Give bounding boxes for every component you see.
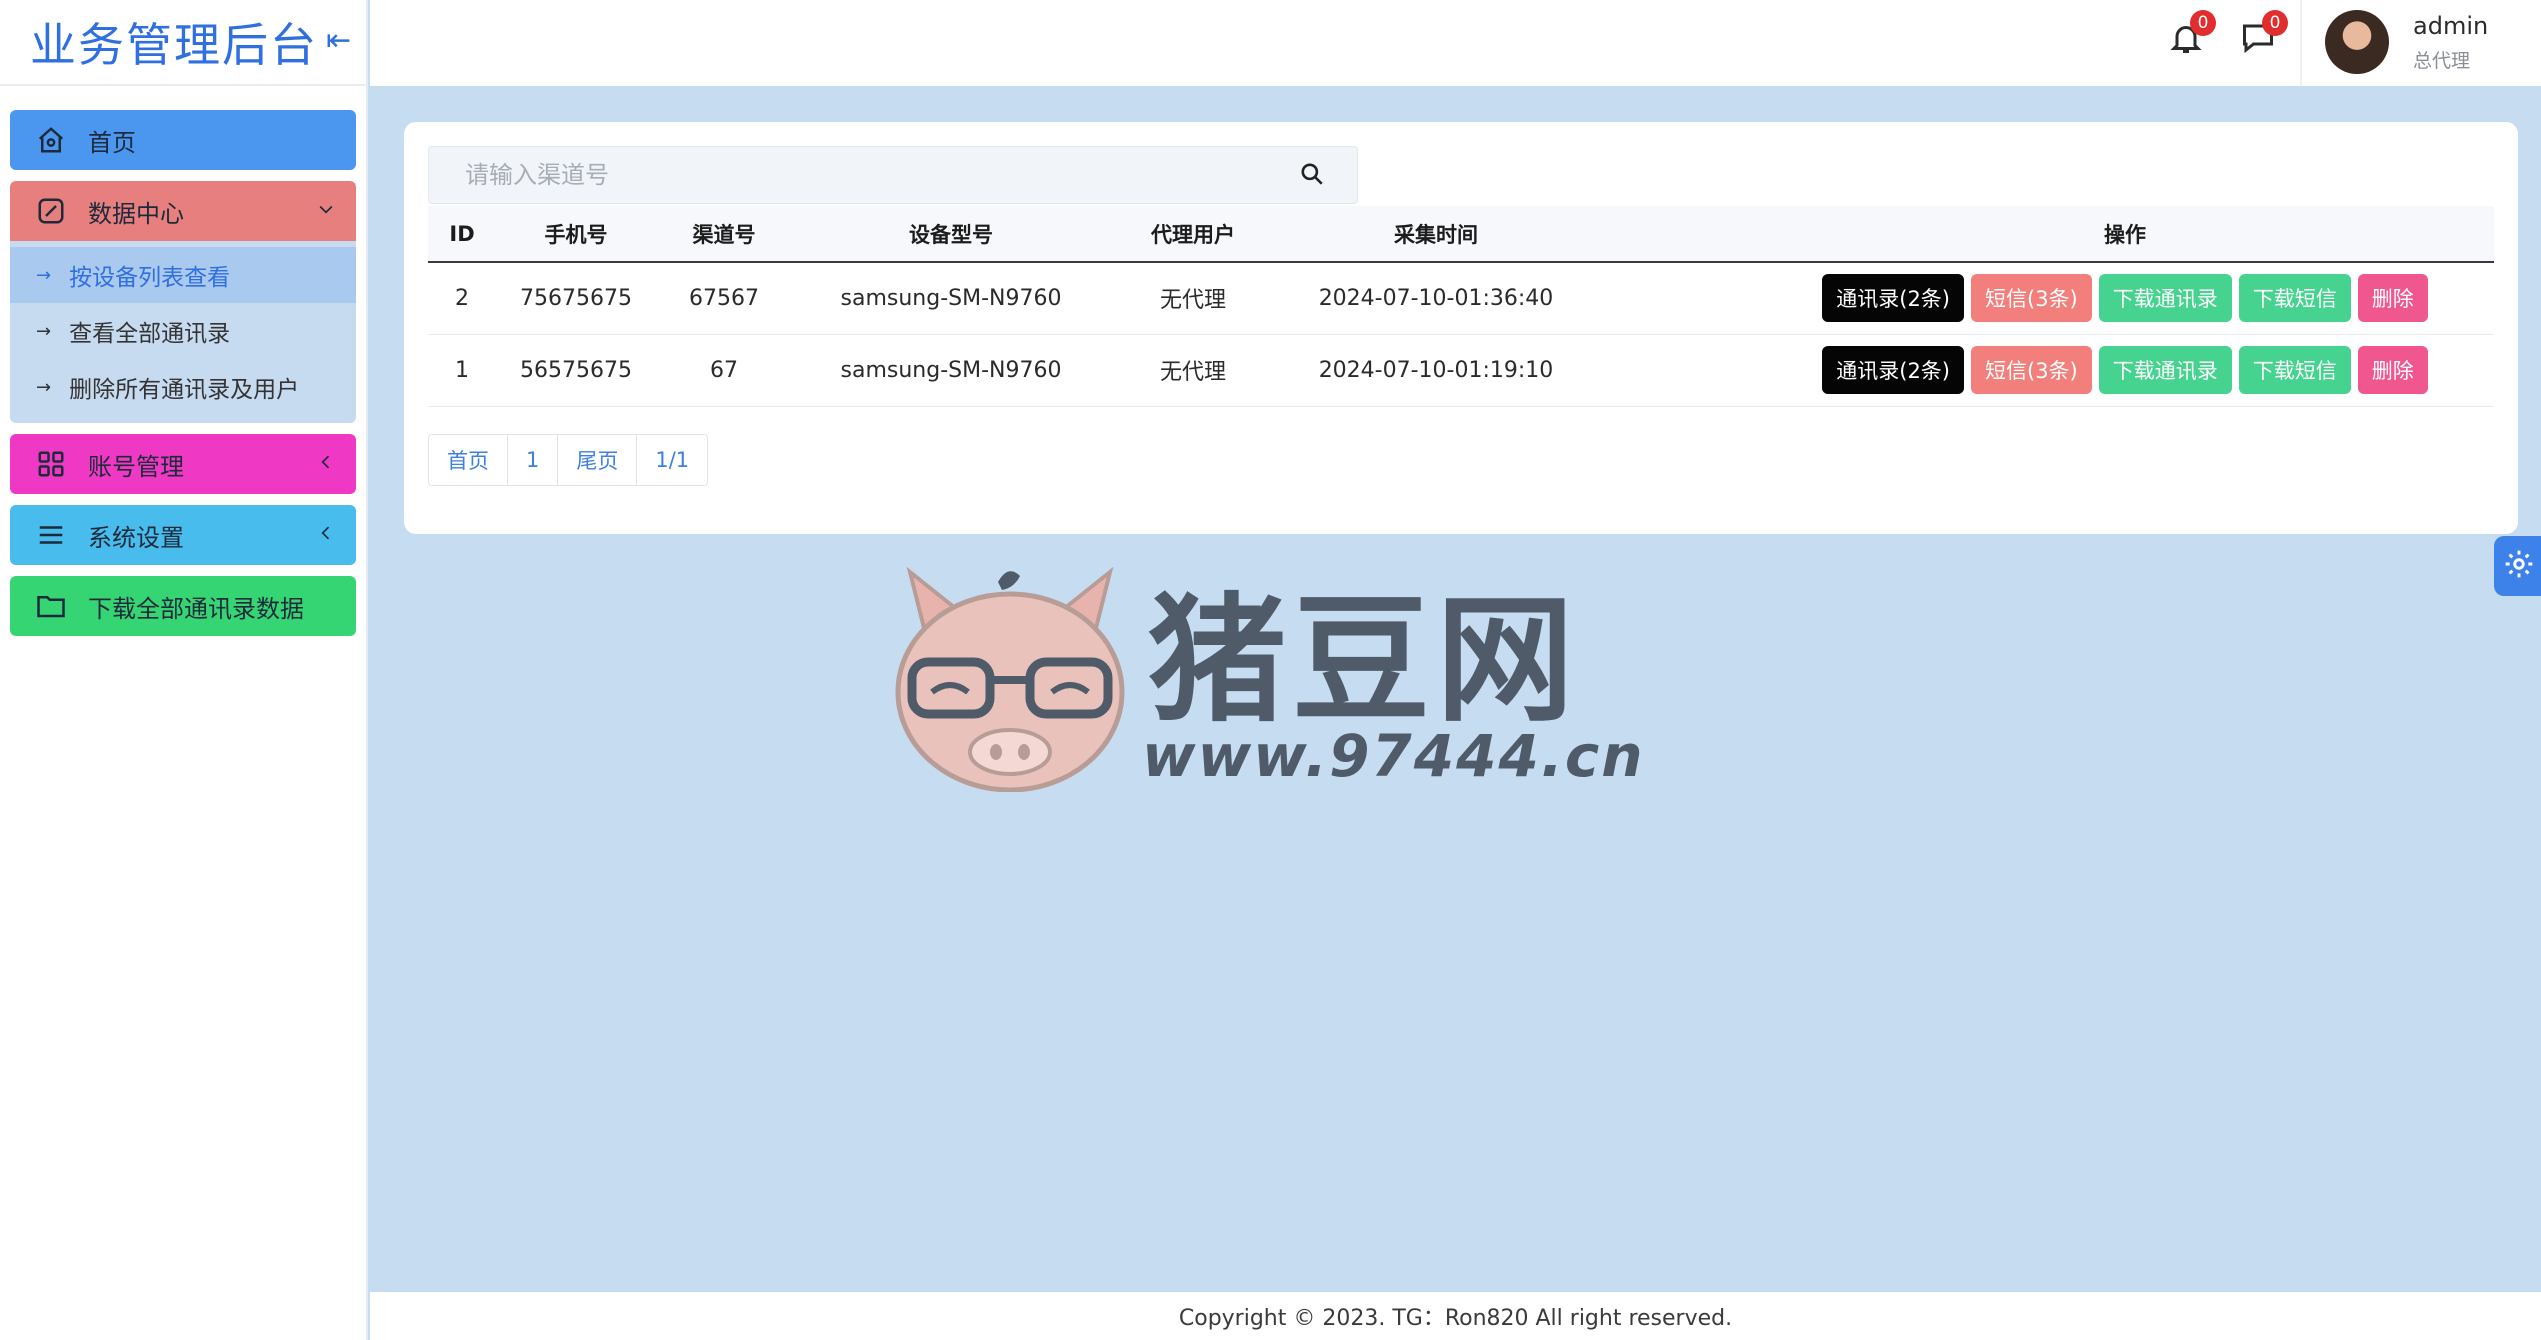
arrow-right-icon: → <box>36 264 52 286</box>
user-name[interactable]: admin <box>2413 12 2488 40</box>
chevron-left-icon <box>316 521 336 549</box>
brand: 业务管理后台 ⇤ <box>0 0 366 86</box>
main-card: ID 手机号 渠道号 设备型号 代理用户 采集时间 操作 2 75675675 … <box>404 122 2518 534</box>
device-table: ID 手机号 渠道号 设备型号 代理用户 采集时间 操作 2 75675675 … <box>428 206 2494 407</box>
sidebar-item-label: 数据中心 <box>88 199 184 228</box>
sidebar-item-label: 账号管理 <box>88 452 184 481</box>
pagination: 首页 1 尾页 1/1 <box>428 434 709 486</box>
cell-agent: 无代理 <box>1159 288 1226 314</box>
download-contacts-button[interactable]: 下载通讯录 <box>2098 346 2232 394</box>
watermark-title: 猪豆网 <box>1148 580 1581 741</box>
collapse-left-icon[interactable]: ⇤ <box>326 23 351 58</box>
topbar: 0 0 admin 总代理 <box>370 0 2541 86</box>
topbar-divider <box>2300 0 2302 86</box>
footer: Copyright © 2023. TG：Ron820 All right re… <box>370 1292 2541 1340</box>
messages-badge: 0 <box>2262 10 2288 36</box>
cell-ops: 通讯录(2条) 短信(3条) 下载通讯录 下载短信 删除 <box>1596 262 2494 334</box>
th-ops: 操作 <box>1596 206 2494 263</box>
sidebar-subitem-label: 删除所有通讯录及用户 <box>69 377 300 403</box>
list-icon <box>34 518 68 552</box>
cell-id: 1 <box>455 357 469 383</box>
bell-icon <box>2168 26 2204 60</box>
cell-phone: 56575675 <box>520 357 632 383</box>
sidebar-item-accounts[interactable]: 账号管理 <box>10 434 356 494</box>
cell-channel: 67567 <box>689 285 759 311</box>
view-sms-button[interactable]: 短信(3条) <box>1971 274 2092 323</box>
cell-device: samsung-SM-N9760 <box>840 357 1062 383</box>
arrow-right-icon: → <box>36 320 52 342</box>
sidebar-menu: 首页 数据中心 → 按设备列表查看 → 查看全部通讯录 → 删除所有通讯录及用户 <box>0 86 366 636</box>
th-time: 采集时间 <box>1276 206 1596 263</box>
th-id: ID <box>428 206 496 263</box>
cell-phone: 75675675 <box>520 285 632 311</box>
view-contacts-button[interactable]: 通讯录(2条) <box>1822 346 1964 394</box>
pager-summary: 1/1 <box>655 448 690 472</box>
folder-icon <box>34 589 68 623</box>
sidebar-item-download-all[interactable]: 下载全部通讯录数据 <box>10 576 356 636</box>
channel-search-input[interactable] <box>429 147 1289 203</box>
arrow-right-icon: → <box>36 376 52 398</box>
home-icon <box>34 123 68 157</box>
sidebar-subitem-label: 查看全部通讯录 <box>69 321 231 347</box>
sidebar-subitem-all-contacts[interactable]: → 查看全部通讯录 <box>10 303 356 359</box>
sidebar: 业务管理后台 ⇤ 首页 数据中心 → 按设备列表查看 → 查看全部通讯录 → 删… <box>0 0 368 1340</box>
edit-square-icon <box>34 194 68 228</box>
pager-last[interactable]: 尾页 <box>558 435 638 485</box>
cell-agent: 无代理 <box>1159 360 1226 385</box>
footer-copyright: Copyright © 2023. TG：Ron820 All right re… <box>1178 1306 1733 1331</box>
watermark: 猪豆网 www.97444.cn <box>890 556 1650 796</box>
notification-badge: 0 <box>2190 10 2216 36</box>
search-box <box>428 146 1358 204</box>
brand-title: 业务管理后台 <box>30 18 318 72</box>
search-icon[interactable] <box>1299 161 1327 189</box>
pager-first[interactable]: 首页 <box>429 435 508 485</box>
pig-mascot-icon <box>895 566 1125 792</box>
sidebar-item-label: 下载全部通讯录数据 <box>88 594 304 623</box>
cell-id: 2 <box>455 285 469 311</box>
settings-float-button[interactable] <box>2494 536 2541 596</box>
gear-icon <box>2503 548 2535 584</box>
th-phone: 手机号 <box>496 206 656 263</box>
chat-icon <box>2240 24 2276 60</box>
sidebar-item-home[interactable]: 首页 <box>10 110 356 170</box>
sidebar-item-data-center[interactable]: 数据中心 <box>10 181 356 241</box>
sidebar-submenu-data-center: → 按设备列表查看 → 查看全部通讯录 → 删除所有通讯录及用户 <box>10 241 356 423</box>
download-contacts-button[interactable]: 下载通讯录 <box>2098 274 2232 323</box>
watermark-url: www.97444.cn <box>1142 722 1645 790</box>
table-row: 2 75675675 67567 samsung-SM-N9760 无代理 20… <box>428 262 2494 334</box>
table-header-row: ID 手机号 渠道号 设备型号 代理用户 采集时间 操作 <box>428 206 2494 263</box>
delete-button[interactable]: 删除 <box>2357 274 2428 323</box>
messages-button[interactable]: 0 <box>2240 10 2288 60</box>
pager-page-1[interactable]: 1 <box>508 435 559 485</box>
th-agent: 代理用户 <box>1110 206 1276 263</box>
chevron-left-icon <box>316 450 336 478</box>
user-role: 总代理 <box>2413 50 2471 72</box>
grid-icon <box>34 447 68 481</box>
avatar[interactable] <box>2325 10 2389 74</box>
chevron-down-icon <box>316 197 336 225</box>
delete-button[interactable]: 删除 <box>2357 346 2428 394</box>
cell-device: samsung-SM-N9760 <box>840 285 1062 311</box>
th-channel: 渠道号 <box>656 206 792 263</box>
download-sms-button[interactable]: 下载短信 <box>2238 346 2351 394</box>
sidebar-subitem-label: 按设备列表查看 <box>69 265 231 291</box>
sidebar-subitem-device-list[interactable]: → 按设备列表查看 <box>10 247 356 303</box>
view-contacts-button[interactable]: 通讯录(2条) <box>1822 274 1964 323</box>
view-sms-button[interactable]: 短信(3条) <box>1971 346 2092 394</box>
table-row: 1 56575675 67 samsung-SM-N9760 无代理 2024-… <box>428 334 2494 406</box>
cell-time: 2024-07-10-01:19:10 <box>1318 357 1554 383</box>
cell-channel: 67 <box>710 357 738 383</box>
sidebar-item-label: 首页 <box>88 128 136 157</box>
th-device: 设备型号 <box>792 206 1110 263</box>
cell-time: 2024-07-10-01:36:40 <box>1318 285 1554 311</box>
sidebar-subitem-delete-all[interactable]: → 删除所有通讯录及用户 <box>10 359 356 415</box>
sidebar-item-label: 系统设置 <box>88 523 184 552</box>
notification-button[interactable]: 0 <box>2168 10 2216 60</box>
sidebar-item-settings[interactable]: 系统设置 <box>10 505 356 565</box>
download-sms-button[interactable]: 下载短信 <box>2238 274 2351 323</box>
cell-ops: 通讯录(2条) 短信(3条) 下载通讯录 下载短信 删除 <box>1596 334 2494 406</box>
